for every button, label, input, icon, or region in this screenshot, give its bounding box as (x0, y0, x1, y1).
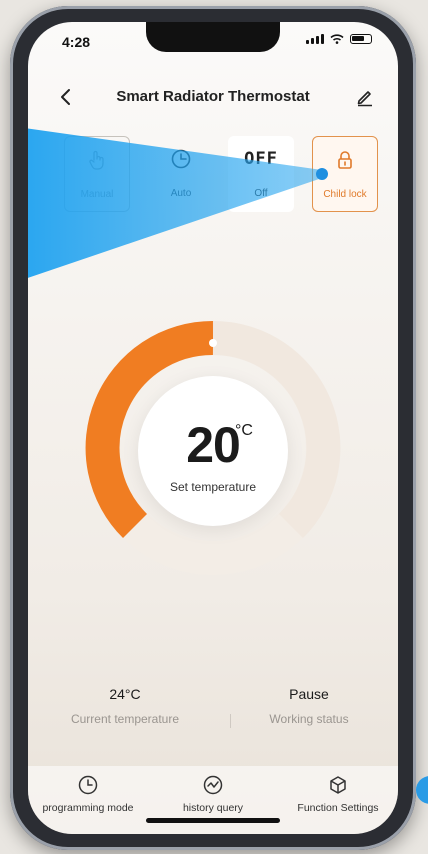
bottom-tab-bar: programming mode history query Function … (28, 766, 398, 834)
navigation-bar: Smart Radiator Thermostat (28, 84, 398, 110)
tab-programming-mode-label: programming mode (42, 802, 134, 814)
battery-icon (350, 34, 372, 44)
dial-handle[interactable] (209, 339, 217, 347)
home-indicator (146, 818, 280, 823)
tab-history-query-label: history query (182, 802, 244, 814)
cube-icon (330, 776, 346, 794)
tab-programming-mode[interactable]: programming mode (28, 774, 148, 814)
tab-history-query[interactable]: history query (153, 774, 273, 814)
set-temperature-value: 20 (186, 417, 241, 473)
temperature-dial[interactable]: 20 °C Set temperature (28, 318, 398, 578)
pointer-dot (416, 776, 428, 804)
mode-manual-label: Manual (80, 189, 114, 200)
wifi-icon (330, 34, 344, 44)
status-time: 4:28 (62, 34, 91, 50)
cellular-signal-icon (306, 34, 324, 44)
working-status-value: Pause (289, 686, 329, 702)
current-temperature-value: 24°C (109, 686, 141, 702)
app-screen: 4:28 Smart Radiator Thermostat Manual Au… (28, 22, 398, 834)
clock-icon (78, 775, 98, 795)
mode-auto-button[interactable]: Auto (148, 136, 214, 212)
status-icons (306, 34, 372, 44)
mode-child-lock-label: Child lock (323, 189, 367, 200)
notch (146, 22, 280, 52)
mode-manual-button[interactable]: Manual (64, 136, 130, 212)
back-button[interactable] (52, 84, 78, 110)
set-temperature-label: Set temperature (169, 480, 257, 494)
mode-auto-label: Auto (170, 188, 192, 199)
mode-off-label: Off (254, 188, 268, 199)
off-glyph: OFF (244, 149, 278, 169)
hand-pointer-icon (89, 150, 104, 170)
working-status-block: Pause Working status (224, 686, 394, 726)
mode-child-lock-button[interactable]: Child lock (312, 136, 378, 212)
mode-selector: Manual Auto OFF Off Child lock (56, 136, 392, 216)
chevron-left-icon (61, 89, 70, 105)
working-status-label: Working status (269, 712, 349, 726)
chart-line-icon (203, 775, 223, 795)
edit-button[interactable] (352, 84, 378, 110)
info-panel: 24°C Current temperature Pause Working s… (28, 686, 398, 734)
current-temperature-block: 24°C Current temperature (40, 686, 210, 726)
clock-icon (171, 149, 191, 169)
pencil-icon (357, 91, 372, 107)
lock-icon (338, 151, 352, 169)
page-title: Smart Radiator Thermostat (116, 88, 310, 105)
current-temperature-label: Current temperature (70, 712, 180, 726)
dial-center: 20 °C Set temperature (138, 376, 288, 526)
tab-function-settings-label: Function Settings (297, 802, 379, 814)
phone-frame: 4:28 Smart Radiator Thermostat Manual Au… (10, 6, 416, 850)
temperature-unit: °C (235, 422, 253, 439)
tab-function-settings[interactable]: Function Settings (278, 774, 398, 814)
mode-off-button[interactable]: OFF Off (228, 136, 294, 212)
